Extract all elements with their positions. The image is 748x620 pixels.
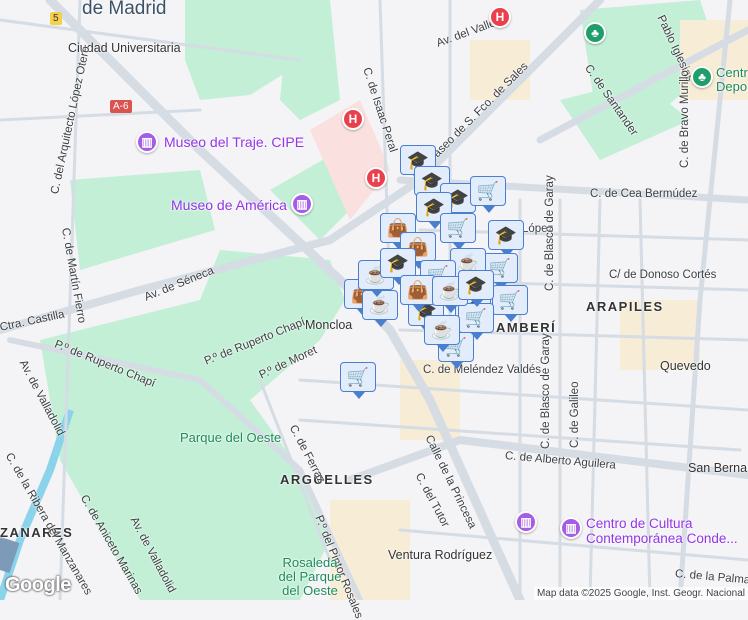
- education-icon: 🎓: [386, 252, 410, 273]
- museum-icon[interactable]: ▥: [136, 131, 158, 153]
- metro-quevedo[interactable]: Quevedo: [660, 359, 711, 373]
- metro-san-bernardo[interactable]: San Berna: [688, 461, 747, 475]
- street-label: C/ de Donoso Cortés: [609, 269, 717, 281]
- poi-centro-cultura[interactable]: Centro de Cultura Contemporánea Conde...: [586, 516, 748, 546]
- street-label: C. de Galileo: [569, 381, 581, 448]
- street-label: C. de Meléndez Valdés: [423, 364, 542, 376]
- shopping-cart-icon: 🛒: [346, 366, 370, 387]
- poi-museo-de-america[interactable]: Museo de América: [171, 197, 287, 213]
- area-label-arapiles: ARAPILES: [586, 299, 664, 314]
- map-attribution[interactable]: Map data ©2025 Google, Inst. Geogr. Naci…: [533, 587, 748, 600]
- shopping-cart-marker[interactable]: 🛒: [492, 285, 528, 322]
- area-label-madrid: de Madrid: [82, 0, 167, 19]
- education-icon: 🎓: [464, 274, 488, 295]
- shopping-cart-marker[interactable]: 🛒: [458, 303, 494, 340]
- street-label: C. de Cea Bermúdez: [590, 188, 698, 200]
- shopping-cart-marker[interactable]: 🛒: [440, 213, 476, 250]
- shopping-cart-icon: 🛒: [464, 307, 488, 328]
- google-logo: Google: [5, 574, 71, 596]
- education-icon: 🎓: [494, 224, 518, 245]
- hospital-icon[interactable]: H: [342, 108, 364, 130]
- highway-shield-m5: 5: [50, 12, 62, 25]
- shopping-bag-marker[interactable]: 👜: [400, 275, 436, 312]
- museum-icon[interactable]: ▥: [291, 193, 313, 215]
- shopping-cart-marker[interactable]: 🛒: [340, 362, 376, 399]
- park-tree-icon[interactable]: ♣: [584, 22, 606, 44]
- shopping-cart-icon: 🛒: [476, 180, 500, 201]
- street-label: C. de Blasco de Garay: [540, 333, 552, 449]
- shopping-bag-icon: 👜: [406, 279, 430, 300]
- coffee-icon: ☕: [368, 294, 392, 315]
- poi-museo-del-traje[interactable]: Museo del Traje. CIPE: [164, 134, 304, 150]
- museum-icon[interactable]: ▥: [560, 517, 582, 539]
- hospital-icon[interactable]: H: [489, 6, 511, 28]
- poi-centro-deportivo[interactable]: Centro Depo: [716, 66, 748, 94]
- museum-icon[interactable]: ▥: [515, 511, 537, 533]
- park-label-rosaleda: Rosaleda del Parque del Oeste: [278, 555, 342, 598]
- street-label: C. de Blasco de Garay: [544, 175, 556, 291]
- metro-moncloa[interactable]: Moncloa: [305, 318, 352, 332]
- education-marker[interactable]: 🎓: [380, 248, 416, 285]
- hospital-icon[interactable]: H: [365, 167, 387, 189]
- shopping-cart-icon: 🛒: [498, 289, 522, 310]
- street-label: C. de Bravo Murillo: [679, 70, 691, 168]
- metro-ventura-rodriguez[interactable]: Ventura Rodríguez: [388, 548, 492, 562]
- park-label-parque-del-oeste: Parque del Oeste: [180, 430, 282, 445]
- shopping-cart-marker[interactable]: 🛒: [470, 176, 506, 213]
- highway-shield-a6: A-6: [110, 100, 132, 113]
- education-marker[interactable]: 🎓: [488, 220, 524, 257]
- park-tree-icon[interactable]: ♣: [691, 66, 713, 88]
- shopping-cart-icon: 🛒: [446, 217, 470, 238]
- coffee-icon: ☕: [430, 319, 454, 340]
- coffee-marker[interactable]: ☕: [424, 315, 460, 352]
- education-marker[interactable]: 🎓: [458, 270, 494, 307]
